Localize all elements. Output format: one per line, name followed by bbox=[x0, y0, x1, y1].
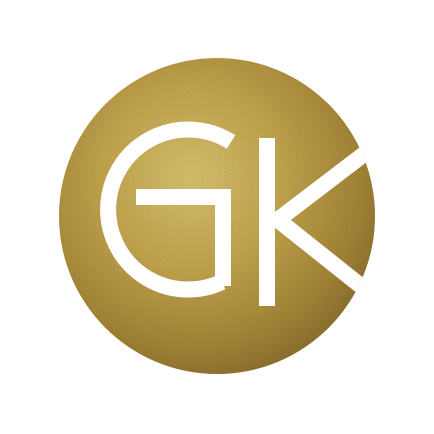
logo-canvas bbox=[0, 0, 434, 434]
gk-monogram-logo bbox=[59, 58, 375, 374]
